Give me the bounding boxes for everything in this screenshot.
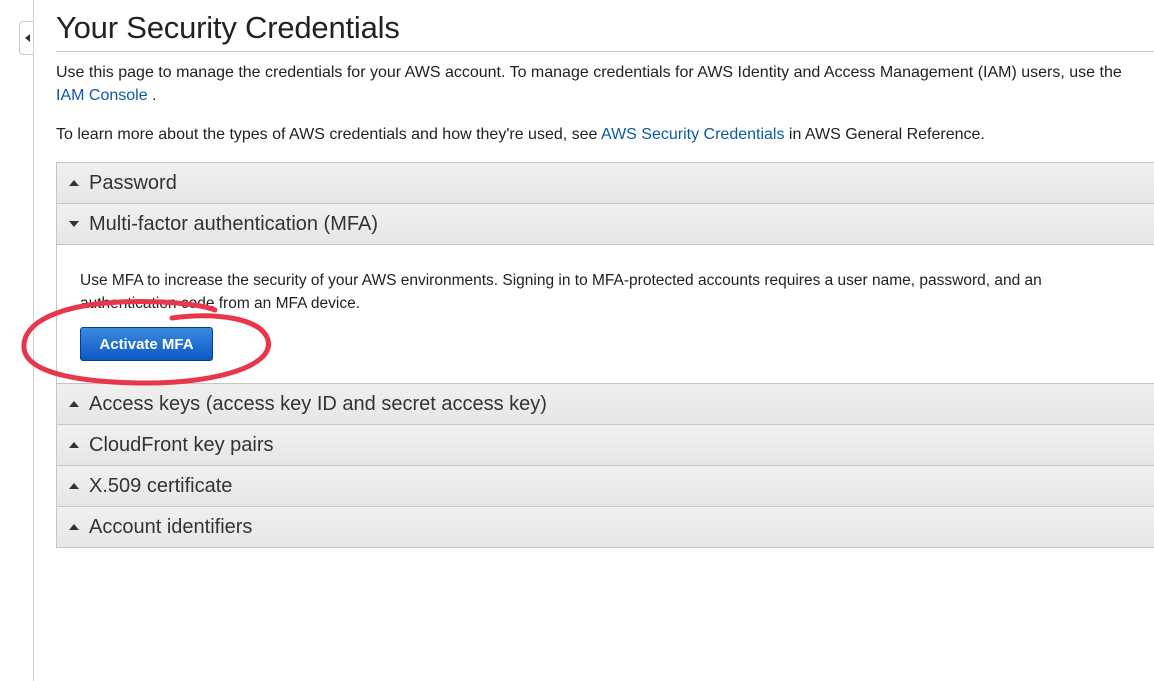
iam-console-link[interactable]: IAM Console [56,87,148,104]
caret-down-icon [69,221,79,227]
learn-more-end: in AWS General Reference. [784,126,985,143]
caret-up-icon [69,524,79,530]
caret-up-icon [69,442,79,448]
learn-more-paragraph: To learn more about the types of AWS cre… [56,123,1154,146]
section-label: X.509 certificate [89,475,233,497]
credentials-accordion: Password Multi-factor authentication (MF… [56,162,1154,548]
section-header-account-identifiers[interactable]: Account identifiers [57,507,1154,548]
main-content: Your Security Credentials Use this page … [56,0,1154,146]
section-label: Access keys (access key ID and secret ac… [89,393,547,415]
collapse-nav-button[interactable] [19,21,33,55]
section-header-access-keys[interactable]: Access keys (access key ID and secret ac… [57,384,1154,425]
page-title: Your Security Credentials [56,10,400,45]
intro-text-end: . [147,87,157,104]
activate-mfa-button[interactable]: Activate MFA [80,327,213,361]
chevron-left-icon [24,34,30,42]
page: Your Security Credentials Use this page … [0,0,1154,681]
left-nav-rail [33,0,34,681]
mfa-description: Use MFA to increase the security of your… [80,272,1042,312]
section-header-password[interactable]: Password [57,163,1154,204]
caret-up-icon [69,401,79,407]
aws-security-credentials-link[interactable]: AWS Security Credentials [601,126,784,143]
section-header-x509[interactable]: X.509 certificate [57,466,1154,507]
intro-text: Use this page to manage the credentials … [56,64,1122,81]
section-label: Password [89,172,177,194]
section-label: Account identifiers [89,516,253,538]
caret-up-icon [69,483,79,489]
caret-up-icon [69,180,79,186]
section-header-cloudfront[interactable]: CloudFront key pairs [57,425,1154,466]
section-header-mfa[interactable]: Multi-factor authentication (MFA) [57,204,1154,245]
mfa-section-body: Use MFA to increase the security of your… [57,245,1154,384]
section-label: Multi-factor authentication (MFA) [89,213,378,235]
title-divider [56,51,1154,52]
learn-more-text: To learn more about the types of AWS cre… [56,126,601,143]
intro-paragraph: Use this page to manage the credentials … [56,61,1151,107]
section-label: CloudFront key pairs [89,434,274,456]
